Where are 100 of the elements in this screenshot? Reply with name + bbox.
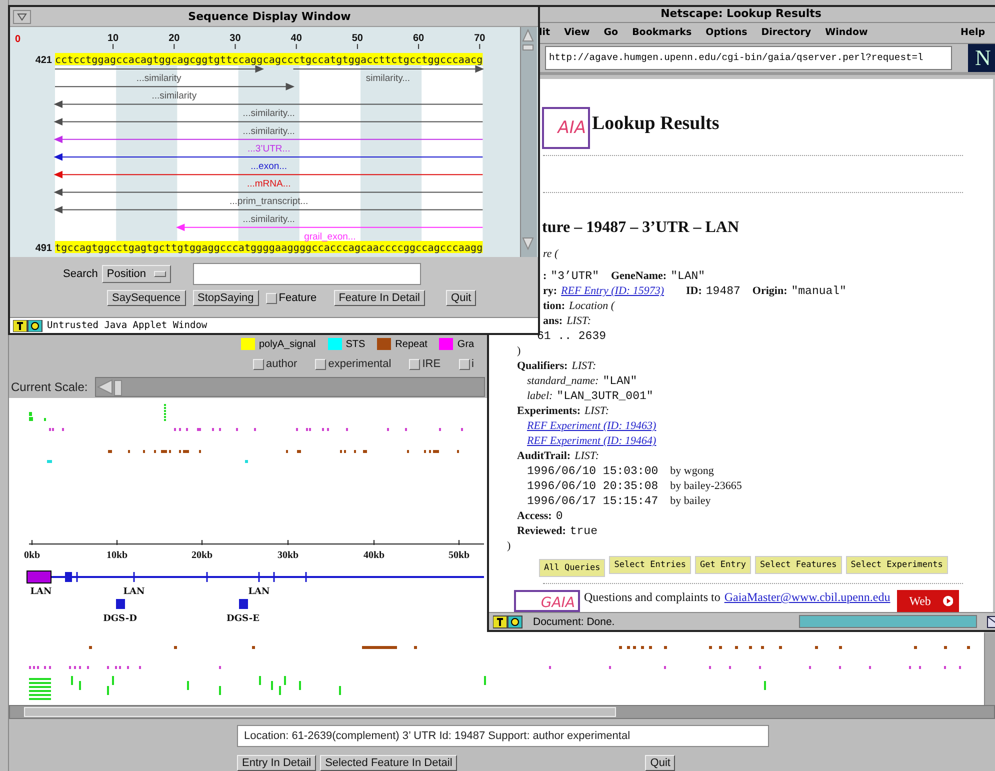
- feature-arrow[interactable]: [54, 83, 295, 90]
- legend-label: polyA_signal: [259, 338, 316, 350]
- field-label: ID:: [686, 284, 702, 300]
- feature-arrow[interactable]: [54, 100, 484, 108]
- query-button[interactable]: Select Features: [755, 556, 842, 574]
- menu-item[interactable]: View: [564, 27, 590, 38]
- field-value: 0: [556, 509, 563, 524]
- menu-item[interactable]: Go: [604, 27, 618, 38]
- feature-arrow[interactable]: [54, 66, 264, 72]
- web-map-button[interactable]: Web: [897, 590, 960, 612]
- field-value: "LAN": [670, 269, 706, 284]
- field-label: :: [543, 269, 547, 284]
- sequence-text: tgccagtggcctgagtgcttgtggaggcccatggggaaggggccacccagcaaccccggccagcccaagg: [55, 241, 483, 254]
- menu-item[interactable]: Help: [960, 27, 985, 38]
- query-button[interactable]: Select Experiments: [846, 556, 948, 574]
- location-field[interactable]: Location: 61-2639(complement) 3’ UTR Id: 19487 Support: author experimental: [237, 725, 769, 747]
- applet-button[interactable]: Selected Feature In Detail: [320, 755, 458, 771]
- field-label: ans:: [543, 314, 563, 330]
- filter-label: author: [266, 358, 298, 370]
- filter-checkbox[interactable]: [315, 358, 326, 370]
- record-link[interactable]: REF Experiment (ID: 19463): [527, 419, 656, 434]
- marker-label: DGS-D: [103, 614, 137, 624]
- search-field[interactable]: [193, 263, 421, 285]
- ruler-label: 50kb: [448, 550, 470, 561]
- menu-item[interactable]: Bookmarks: [632, 27, 692, 38]
- feature-arrow[interactable]: [54, 188, 484, 196]
- feature-arrow[interactable]: [54, 136, 484, 143]
- type-text: LIST:: [574, 449, 600, 464]
- filter-label: i: [472, 358, 474, 370]
- feature-label: ...prim_transcript...: [230, 196, 308, 208]
- site-logo: AIA: [542, 107, 590, 150]
- applet-button[interactable]: Quit: [645, 755, 676, 771]
- marker-label: DGS-E: [226, 614, 260, 624]
- query-button[interactable]: Get Entry: [694, 556, 752, 574]
- vertical-scrollbar[interactable]: [984, 633, 995, 705]
- applet-button[interactable]: StopSaying: [192, 290, 259, 306]
- type-text: label:: [527, 389, 553, 404]
- vertical-scrollbar[interactable]: [520, 27, 537, 257]
- feature-label: grail_exon...: [304, 231, 356, 242]
- menu-item[interactable]: lit: [539, 27, 550, 38]
- applet-button[interactable]: SaySequence: [107, 290, 186, 306]
- feature-arrow[interactable]: [54, 154, 484, 160]
- field-value: "LAN_3UTR_001": [556, 389, 654, 404]
- field-label: Qualifiers:: [517, 359, 568, 374]
- filter-checkbox[interactable]: [253, 358, 264, 370]
- feature-label: ...mRNA...: [246, 178, 291, 190]
- search-label: Search: [63, 268, 98, 280]
- window-menu-icon[interactable]: [13, 10, 31, 24]
- applet-button[interactable]: Entry In Detail: [237, 755, 316, 771]
- field-value: 19487: [706, 284, 740, 300]
- feature-arrow[interactable]: [54, 118, 484, 126]
- record-text: by wgong: [670, 464, 714, 480]
- feature-arrow[interactable]: [54, 171, 484, 178]
- search-mode-dropdown[interactable]: Position: [102, 265, 171, 283]
- browser-logo: N: [968, 44, 995, 72]
- query-button[interactable]: Select Entries: [609, 556, 691, 574]
- field-value: "LAN": [602, 374, 638, 390]
- type-text: LIST:: [584, 404, 610, 420]
- play-icon: [942, 595, 954, 608]
- ruler-number: 50: [352, 33, 363, 44]
- type-text: LIST:: [572, 359, 596, 374]
- horizontal-scrollbar[interactable]: [9, 705, 995, 719]
- record-link[interactable]: REF Entry (ID: 15973): [561, 284, 664, 300]
- query-button[interactable]: All Queries: [539, 559, 606, 578]
- applet-button[interactable]: Feature In Detail: [334, 290, 426, 306]
- status-text: Untrusted Java Applet Window: [47, 320, 208, 331]
- feature-label: ...similarity: [136, 73, 182, 84]
- ruler-number: 20: [168, 33, 180, 44]
- applet-button[interactable]: Quit: [446, 290, 476, 306]
- filter-label: experimental: [328, 358, 392, 370]
- record-link[interactable]: REF Experiment (ID: 19464): [527, 434, 656, 450]
- field-value: 1996/06/10 20:35:08: [527, 479, 658, 494]
- filter-checkbox[interactable]: [409, 358, 420, 370]
- ruler-label: 0kb: [24, 550, 40, 561]
- feature-arrow[interactable]: [292, 66, 484, 72]
- legend-label: Gra: [457, 338, 474, 350]
- field-label: Access:: [517, 509, 552, 524]
- record-text: ): [517, 344, 521, 360]
- applet-status-icon: [13, 320, 43, 332]
- status-text: Document: Done.: [533, 616, 616, 628]
- menu-item[interactable]: Options: [706, 27, 748, 38]
- filter-label: IRE: [422, 358, 441, 370]
- feature-arrow[interactable]: [54, 206, 484, 214]
- feature-label: ...similarity: [152, 90, 197, 102]
- feature-label: ...3’UTR...: [247, 143, 290, 154]
- type-text: standard_name:: [527, 374, 599, 390]
- email-link[interactable]: GaiaMaster@www.cbil.upenn.edu: [724, 590, 890, 606]
- scale-label: Current Scale:: [10, 380, 89, 394]
- filter-checkbox[interactable]: [458, 358, 470, 370]
- feature-label: ...similarity...: [242, 108, 295, 120]
- menu-item[interactable]: Window: [825, 27, 868, 38]
- type-text: re (: [543, 247, 558, 262]
- url-field[interactable]: http://agave.humgen.upenn.edu/cgi-bin/gaia/qserver.perl?request=l: [545, 46, 952, 70]
- site-logo: GAIA: [514, 590, 580, 612]
- field-label: AuditTrail:: [517, 449, 571, 464]
- field-label: ry:: [543, 284, 558, 300]
- feature-checkbox[interactable]: [266, 292, 277, 304]
- sequence-position: 491: [35, 243, 52, 254]
- type-text: Location (: [569, 299, 615, 314]
- menu-item[interactable]: Directory: [761, 27, 812, 38]
